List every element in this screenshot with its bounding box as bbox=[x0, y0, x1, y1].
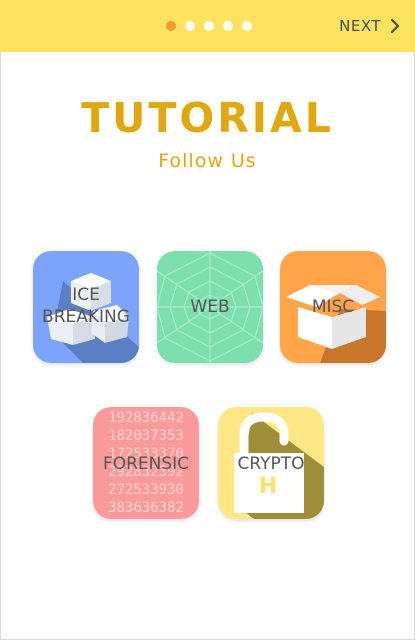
category-web[interactable]: WEB bbox=[157, 251, 263, 363]
digit-row: 272533930 bbox=[108, 482, 184, 498]
pager-dot-2[interactable] bbox=[185, 21, 195, 31]
top-bar: NEXT bbox=[0, 0, 415, 52]
category-forensic[interactable]: 192836442 182037353 172533370 292832392 … bbox=[93, 407, 199, 519]
pager-dot-4[interactable] bbox=[223, 21, 233, 31]
digit-row: 182037353 bbox=[108, 428, 184, 444]
page-subtitle: Follow Us bbox=[158, 150, 257, 172]
digit-row: 192836442 bbox=[108, 410, 184, 426]
category-label: FORENSIC bbox=[102, 454, 190, 474]
category-label: CRYPTO bbox=[237, 454, 305, 474]
digit-row: 383636382 bbox=[108, 500, 184, 516]
pager-dot-1[interactable] bbox=[166, 21, 176, 31]
page-title: TUTORIAL bbox=[81, 94, 334, 142]
lock-letter: H bbox=[259, 474, 277, 499]
category-ice-breaking[interactable]: ICE BREAKING bbox=[33, 251, 139, 363]
category-label-line1: ICE bbox=[72, 285, 100, 305]
pager-dot-5[interactable] bbox=[242, 21, 252, 31]
next-button[interactable]: NEXT bbox=[339, 14, 401, 38]
category-label-line2: BREAKING bbox=[42, 307, 130, 327]
category-label: WEB bbox=[190, 297, 230, 317]
category-crypto[interactable]: H CRYPTO bbox=[218, 407, 324, 519]
category-misc[interactable]: MISC bbox=[280, 251, 386, 363]
next-label: NEXT bbox=[339, 17, 381, 35]
category-label: MISC bbox=[311, 297, 355, 317]
chevron-right-icon bbox=[390, 18, 400, 34]
pager-dot-3[interactable] bbox=[204, 21, 214, 31]
